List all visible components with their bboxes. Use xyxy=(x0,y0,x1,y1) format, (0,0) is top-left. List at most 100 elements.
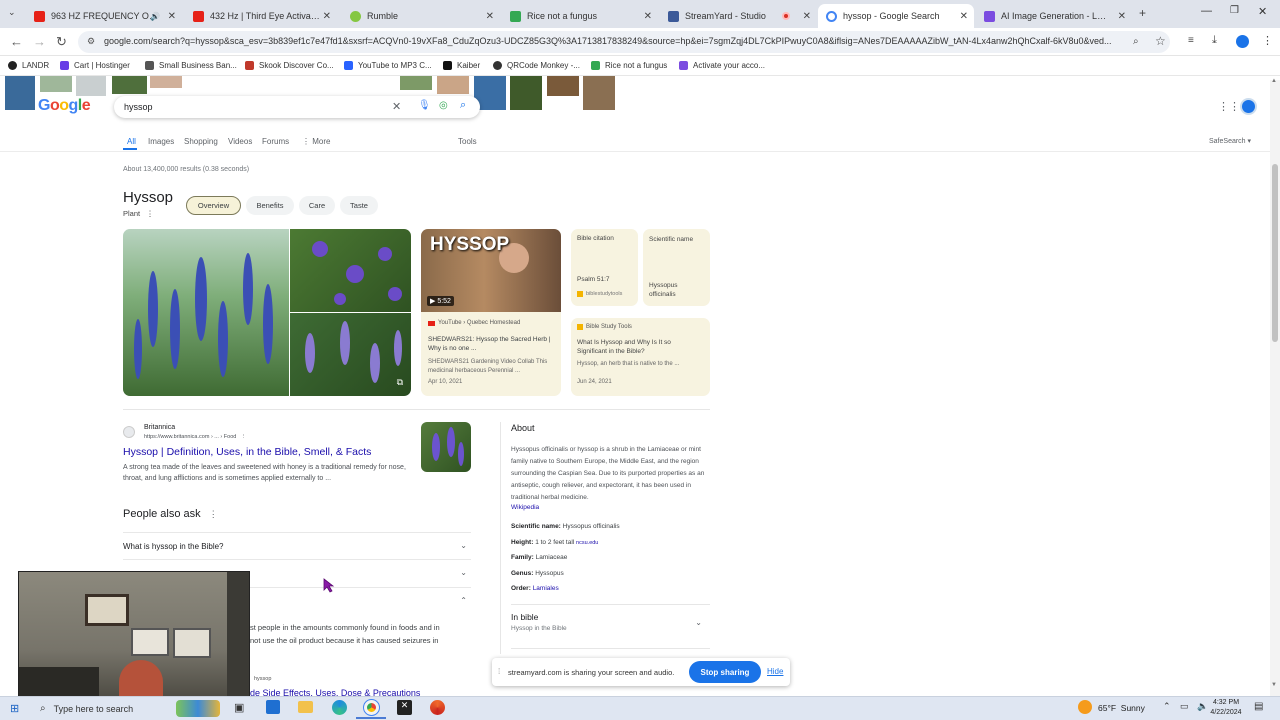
result-title-link[interactable]: Hyssop | Definition, Uses, in the Bible,… xyxy=(123,446,371,458)
result-url[interactable]: https://www.britannica.com › ... › Food … xyxy=(144,434,246,440)
video-card[interactable]: HYSSOP ▶ 5:52 YouTube › Quebec Homestead… xyxy=(421,229,561,396)
zoom-search-icon[interactable]: ⌕ xyxy=(1133,36,1139,47)
account-avatar[interactable] xyxy=(1240,98,1257,115)
search-input[interactable]: hyssop ✕ 🎙 ◎ ⌕ xyxy=(114,96,480,118)
fact-link[interactable]: Lamiales xyxy=(533,585,559,592)
chrome-icon[interactable] xyxy=(363,699,380,716)
tab-all[interactable]: All xyxy=(127,137,136,146)
bookmark-star-icon[interactable]: ☆ xyxy=(1155,34,1166,48)
store-icon[interactable] xyxy=(266,700,280,714)
chip-benefits[interactable]: Benefits xyxy=(246,196,294,215)
profile-avatar[interactable] xyxy=(1236,35,1249,48)
scrollbar-thumb[interactable] xyxy=(1272,164,1278,342)
lens-icon[interactable]: ◎ xyxy=(439,100,448,111)
stop-sharing-button[interactable]: Stop sharing xyxy=(689,661,761,683)
close-icon[interactable]: ✕ xyxy=(323,11,331,22)
network-icon[interactable]: ▭ xyxy=(1180,701,1189,712)
scroll-down-icon[interactable]: ▼ xyxy=(1271,682,1277,688)
tab-rice[interactable]: Rice not a fungus ✕ xyxy=(502,4,658,28)
close-icon[interactable]: ✕ xyxy=(960,11,968,22)
media-icon[interactable]: ≡ xyxy=(1188,35,1194,46)
chevron-down-icon[interactable]: ⌄ xyxy=(460,541,467,550)
bookmark-item[interactable]: LANDR xyxy=(8,61,49,70)
close-icon[interactable]: ✕ xyxy=(1118,11,1126,22)
chevron-down-icon[interactable]: ⌄ xyxy=(460,568,467,577)
new-tab-icon[interactable]: + xyxy=(1139,6,1146,20)
more-options-icon[interactable]: ⋮ xyxy=(209,509,218,519)
site-info-icon[interactable]: ⚙ xyxy=(87,36,95,47)
window-close-icon[interactable]: ✕ xyxy=(1258,5,1267,18)
bookmark-item[interactable]: Kaiber xyxy=(443,61,480,70)
taskbar-search-box[interactable]: ⌕ Type here to search xyxy=(32,699,170,718)
chevron-down-icon[interactable]: ⌄ xyxy=(695,618,702,627)
more-options-icon[interactable]: ⋮ xyxy=(146,209,154,218)
close-icon[interactable]: ✕ xyxy=(486,11,494,22)
in-bible-section[interactable]: In bible Hyssop in the Bible ⌄ xyxy=(511,612,710,642)
bookmark-item[interactable]: Activate your acco... xyxy=(679,61,765,70)
download-icon[interactable]: ⤓ xyxy=(1212,34,1217,47)
maximize-icon[interactable]: ❐ xyxy=(1230,5,1239,16)
google-logo[interactable]: Google xyxy=(38,97,91,115)
microphone-icon[interactable]: 🎙 xyxy=(418,100,431,111)
tools-button[interactable]: Tools xyxy=(458,137,477,146)
search-icon[interactable]: ⌕ xyxy=(460,99,466,112)
audio-icon[interactable]: 🔊 xyxy=(150,12,160,21)
tab-images[interactable]: Images xyxy=(148,137,174,146)
tab-leonardo[interactable]: AI Image Generation - Leona ✕ xyxy=(976,4,1132,28)
tab-forums[interactable]: Forums xyxy=(262,137,289,146)
bible-citation-card[interactable]: Bible citation Psalm 51:7 biblestudytool… xyxy=(571,229,638,306)
bookmark-item[interactable]: Cart | Hostinger xyxy=(60,61,130,70)
chip-overview[interactable]: Overview xyxy=(186,196,241,215)
apps-grid-icon[interactable]: ⋮⋮ xyxy=(1218,100,1240,113)
reload-icon[interactable]: ↻ xyxy=(56,34,67,50)
capcut-icon[interactable]: ✕ xyxy=(397,700,412,715)
tab-videos[interactable]: Videos xyxy=(228,137,252,146)
windows-start-icon[interactable]: ⊞ xyxy=(10,702,19,715)
image-expand-icon[interactable]: ⧉ xyxy=(397,377,403,388)
tab-963hz[interactable]: 963 HZ FREQUENCY OF G 🔊 ✕ xyxy=(26,4,182,28)
result-thumbnail[interactable] xyxy=(421,422,471,472)
tab-shopping[interactable]: Shopping xyxy=(184,137,218,146)
bible-study-card[interactable]: Bible Study Tools What Is Hyssop and Why… xyxy=(571,318,710,396)
widget-banner-icon[interactable] xyxy=(176,700,220,717)
weather-text[interactable]: 65°F Sunny xyxy=(1098,703,1145,713)
chip-care[interactable]: Care xyxy=(299,196,335,215)
safesearch-button[interactable]: SafeSearch ▾ xyxy=(1209,137,1251,145)
edge-icon[interactable] xyxy=(332,700,347,715)
hyssop-photo-main[interactable] xyxy=(123,229,289,396)
tab-search-chevron-icon[interactable]: ⌄ xyxy=(8,7,16,18)
close-icon[interactable]: ✕ xyxy=(803,11,811,22)
hide-link[interactable]: Hide xyxy=(767,667,783,676)
bookmark-item[interactable]: Small Business Ban... xyxy=(145,61,237,70)
tab-hyssop[interactable]: hyssop - Google Search ✕ xyxy=(818,4,974,28)
close-icon[interactable]: ✕ xyxy=(168,11,176,22)
more-options-icon[interactable]: ⋮ xyxy=(241,434,247,440)
chip-taste[interactable]: Taste xyxy=(340,196,378,215)
drag-handle-icon[interactable]: ⁞ xyxy=(498,667,500,676)
bookmark-item[interactable]: Rice not a fungus xyxy=(591,61,667,70)
minimize-icon[interactable]: — xyxy=(1201,5,1212,17)
menu-kebab-icon[interactable]: ⋮ xyxy=(1262,34,1273,47)
clear-search-icon[interactable]: ✕ xyxy=(392,100,401,113)
bookmark-item[interactable]: QRCode Monkey -... xyxy=(493,61,580,70)
chevron-up-icon[interactable]: ⌃ xyxy=(460,596,467,605)
wikipedia-link[interactable]: Wikipedia xyxy=(511,504,539,511)
bookmark-item[interactable]: YouTube to MP3 C... xyxy=(344,61,432,70)
tab-more[interactable]: ⋮ More xyxy=(302,137,330,146)
bookmark-item[interactable]: Skook Discover Co... xyxy=(245,61,334,70)
tray-chevron-icon[interactable]: ⌃ xyxy=(1163,701,1171,712)
firefox-icon[interactable] xyxy=(430,700,445,715)
forward-icon[interactable]: → xyxy=(33,34,46,49)
hyssop-photo-3[interactable]: ⧉ xyxy=(290,313,411,396)
task-view-icon[interactable]: ▣ xyxy=(234,701,244,714)
page-scrollbar[interactable]: ▲ ▼ xyxy=(1270,78,1280,696)
tab-432hz[interactable]: 432 Hz | Third Eye Activation ✕ xyxy=(185,4,337,28)
tab-rumble[interactable]: Rumble ✕ xyxy=(342,4,500,28)
paa-question[interactable]: What is hyssop in the Bible? ⌄ xyxy=(123,532,471,560)
address-input[interactable]: ⚙ google.com/search?q=hyssop&sca_esv=3b8… xyxy=(78,31,1170,53)
file-explorer-icon[interactable] xyxy=(298,701,313,713)
back-icon[interactable]: ← xyxy=(10,34,23,49)
notifications-icon[interactable]: ▤ xyxy=(1254,701,1263,712)
scroll-up-icon[interactable]: ▲ xyxy=(1271,78,1277,84)
hyssop-photo-2[interactable] xyxy=(290,229,411,312)
